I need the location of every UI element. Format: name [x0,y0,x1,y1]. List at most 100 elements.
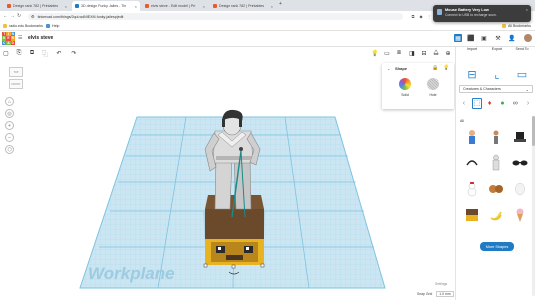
browser-tab-1[interactable]: Design rank 782 | Printables × [4,1,70,11]
copy-icon[interactable]: ⎘ [15,49,23,57]
resize-handle[interactable] [260,263,265,268]
3d-view-grid-icon[interactable]: ▦ [454,34,462,42]
menu-dots-icon[interactable]: ⋮ [426,13,432,19]
group-icon[interactable]: ⧈ [395,49,403,57]
collapse-chevron-icon[interactable]: ⌄ [387,66,390,71]
shape-tile-bananas[interactable] [486,205,506,225]
shape-tile-cookies[interactable] [486,179,506,199]
chevron-down-icon: ⌄ [525,86,529,92]
sim-lab-icon[interactable]: ⚒ [494,34,502,42]
character-filter-icon[interactable]: ♦ [485,98,495,109]
shape-tile-sunglasses[interactable] [510,153,530,173]
close-tab-icon[interactable]: × [135,4,137,9]
browser-tab-3[interactable]: elvis steve - Edit model | Pri × [142,1,208,11]
browser-tab-2[interactable]: 3D design Funky Jailes - Tin × [72,1,140,11]
shape-tile-character[interactable] [462,127,482,147]
forward-arrow-icon[interactable]: → [10,13,15,19]
solid-option[interactable]: Solid [392,78,418,97]
tinkercad-logo[interactable]: T I N K E R C A D [2,32,15,45]
resize-handle[interactable] [231,264,236,269]
shape-tile-snowman[interactable] [462,179,482,199]
snap-grid-control[interactable]: Snap Grid 1.0 mm [417,291,454,297]
bookmark-folder[interactable]: radio.edu Bookmarks [3,24,43,28]
user-avatar[interactable] [524,34,532,42]
shape-tile-ice-cream[interactable] [510,205,530,225]
resize-handle[interactable] [203,263,208,268]
snap-grid-value[interactable]: 1.0 mm [436,291,454,297]
light-bulb-icon[interactable]: 💡 [371,49,379,57]
align-icon[interactable]: ⊟ [420,49,428,57]
zoom-in-icon[interactable]: + [5,121,14,130]
notes-tool-icon[interactable]: ▭ [509,65,535,83]
visibility-bulb-icon[interactable]: 💡 [443,65,449,71]
lock-icon[interactable]: 🔒 [432,65,438,71]
shape-tile-block-head[interactable] [462,205,482,225]
shape-tile-eye[interactable] [462,153,482,173]
cruise-icon[interactable]: ⊕ [444,49,452,57]
3d-viewport[interactable]: Workplane TOP FRONT ⌂ ◎ + − ⬡ ⌄ Shape 🔒 … [0,59,455,300]
printables-favicon-icon [145,4,149,8]
pedestal-box-shape[interactable] [205,195,264,265]
extension-icon[interactable]: ◆ [418,13,424,19]
category-dropdown[interactable]: Creatures & Characters ⌄ [459,85,533,93]
design-menu-icon[interactable]: ☰ [18,35,22,41]
new-tab-icon[interactable]: + [279,1,282,7]
shape-tile-elvis[interactable] [486,153,506,173]
paste-icon[interactable]: ⧉ [28,49,36,57]
hole-swatch-icon[interactable] [427,78,439,90]
all-bookmarks-label: All Bookmarks [508,24,531,28]
all-bookmarks[interactable]: All Bookmarks [502,24,531,28]
view-cube-top[interactable]: TOP [9,67,23,77]
edit-toolbar: ▢ ⎘ ⧉ ⿻ ↶ ↷ 💡 ▭ ⧈ ◨ ⊟ ⧋ ⊕ [0,47,455,59]
hole-option[interactable]: Hole [420,78,446,97]
site-info-icon[interactable]: ⚙ [31,14,35,19]
add-user-icon[interactable]: 👤 [508,34,516,42]
scroll-left-icon[interactable]: ‹ [459,98,469,109]
glasses-filter-icon[interactable]: ∞ [510,98,520,109]
mirror-icon[interactable]: ⧋ [432,49,440,57]
browser-tab-4[interactable]: Design rank 782 | Printables × [210,1,276,11]
close-tab-icon[interactable]: × [65,4,67,9]
bricks-view-icon[interactable]: ▣ [480,34,488,42]
screenshot-icon[interactable]: ⧉ [410,13,416,19]
tab-label: Design rank 782 | Printables [219,4,265,8]
tinkercad-favicon-icon [75,4,79,8]
more-shapes-button[interactable]: More Shapes [480,242,514,251]
redo-icon[interactable]: ↷ [70,49,78,57]
perspective-icon[interactable]: ⬡ [5,145,14,154]
close-tab-icon[interactable]: × [203,4,205,9]
battery-notification[interactable]: Mouse Battery Very Low Connect to USB to… [433,5,531,22]
creature-filter-icon[interactable]: ● [498,98,508,109]
design-title[interactable]: elvis steve [28,35,53,41]
close-tab-icon[interactable]: × [271,4,273,9]
fit-view-icon[interactable]: ◎ [5,109,14,118]
shape-tile-figure[interactable] [486,127,506,147]
shape-tile-egg[interactable] [510,179,530,199]
solid-color-swatch-icon[interactable] [399,78,411,90]
new-shape-icon[interactable]: ▢ [2,49,10,57]
duplicate-icon[interactable]: ⿻ [41,49,49,58]
view-cube-front[interactable]: FRONT [9,79,23,89]
hole-label: Hole [429,93,437,97]
blocks-view-icon[interactable]: ⬛ [467,34,475,42]
undo-icon[interactable]: ↶ [55,49,63,57]
settings-link[interactable]: Settings [435,282,447,286]
tab-label: Design rank 782 | Printables [13,4,59,8]
close-notification-icon[interactable]: × [526,7,528,12]
printables-favicon-icon [7,4,11,8]
bookmark-help[interactable]: Help [46,24,59,28]
ruler-tool-icon[interactable]: ⌞ [484,65,510,83]
scroll-right-icon[interactable]: › [523,98,533,109]
view-cube[interactable]: TOP FRONT [9,67,25,95]
zoom-out-icon[interactable]: − [5,133,14,142]
home-view-icon[interactable]: ⌂ [5,97,14,106]
note-icon[interactable]: ▭ [383,49,391,57]
ungroup-icon[interactable]: ◨ [408,49,416,57]
workplane-tool-icon[interactable]: ⊟ [459,65,485,83]
all-shapes-filter-icon[interactable]: ⬚ [471,97,482,109]
shape-tile-hat[interactable] [510,127,530,147]
back-arrow-icon[interactable]: ← [3,13,8,19]
category-filter-row: ‹ ⬚ ♦ ● ∞ › [459,96,533,110]
reload-icon[interactable]: ↻ [17,13,21,19]
url-bar[interactable]: ⚙ tinkercad.com/things/2quLwdNIEXM-funky… [28,13,403,20]
